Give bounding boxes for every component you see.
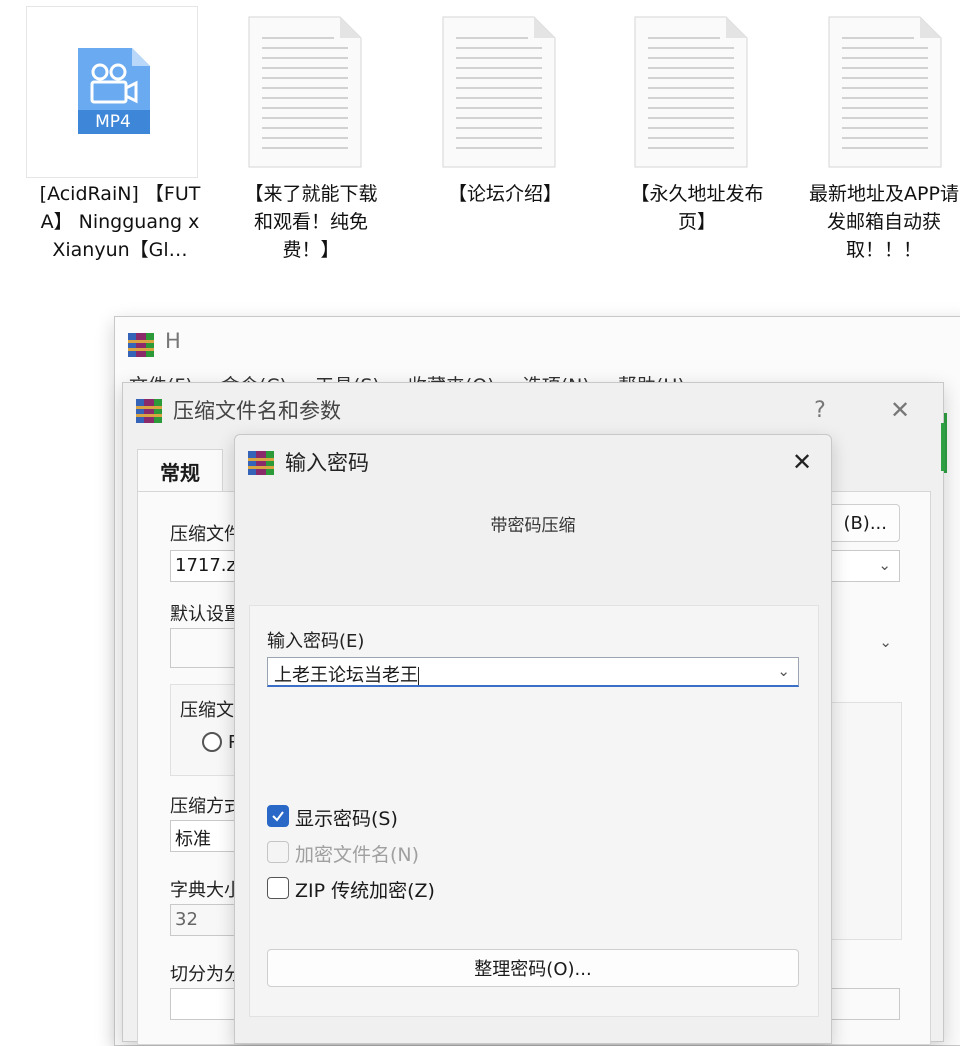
text-document-icon: [828, 16, 942, 168]
file-name: [AcidRaiN] 【FUTA】 Ningguang x Xianyun【Gl…: [39, 183, 201, 261]
zip-legacy-encryption-checkbox[interactable]: [267, 877, 289, 899]
winrar-icon: [128, 333, 154, 357]
text-document-icon: [248, 16, 362, 168]
split-volumes-field[interactable]: [170, 988, 236, 1020]
winrar-icon: [136, 399, 162, 423]
split-volumes-label: 切分为分: [170, 964, 236, 985]
help-button[interactable]: ?: [803, 393, 837, 427]
tab-general[interactable]: 常规: [137, 449, 223, 492]
encrypt-filenames-checkbox[interactable]: [267, 841, 289, 863]
password-label: 输入密码(E): [267, 631, 365, 652]
format-group-label: 压缩文: [180, 700, 234, 721]
archive-name-label: 压缩文件: [170, 524, 236, 545]
file-name: 最新地址及APP请发邮箱自动获取！！！: [809, 183, 959, 261]
encrypt-filenames-label: 加密文件名(N): [295, 844, 420, 866]
password-heading: 带密码压缩: [490, 516, 576, 536]
profile-label: 默认设置: [170, 604, 236, 625]
password-dialog-title: 输入密码: [285, 451, 369, 475]
password-input[interactable]: 上老王论坛当老王 ⌄: [267, 657, 799, 687]
archive-name-field[interactable]: 1717.zip: [170, 550, 236, 582]
zip-legacy-encryption-label: ZIP 传统加密(Z): [295, 880, 435, 902]
dictionary-field[interactable]: 32: [170, 904, 236, 936]
method-field[interactable]: 标准: [170, 820, 236, 852]
close-button[interactable]: ✕: [785, 445, 819, 479]
chevron-down-icon[interactable]: ⌄: [777, 662, 790, 680]
password-dialog: 输入密码 ✕ 带密码压缩 输入密码(E) 上老王论坛当老王 ⌄ 显示密码(S) …: [234, 434, 832, 1044]
text-document-icon: [634, 16, 748, 168]
text-cursor: [418, 667, 419, 685]
show-password-label: 显示密码(S): [295, 808, 398, 830]
file-type-badge: MP4: [95, 112, 131, 132]
text-document-icon: [442, 16, 556, 168]
chevron-down-icon: ⌄: [879, 633, 892, 651]
method-label: 压缩方式: [170, 796, 236, 817]
password-value: 上老王论坛当老王: [274, 665, 418, 686]
close-button[interactable]: ✕: [883, 393, 917, 427]
chevron-down-icon: ⌄: [878, 556, 891, 574]
password-dialog-titlebar: 输入密码 ✕: [235, 435, 831, 487]
show-password-checkbox[interactable]: [267, 805, 289, 827]
winrar-icon: [248, 451, 274, 475]
organize-passwords-button[interactable]: 整理密码(O)...: [267, 949, 799, 987]
dictionary-label: 字典大小: [170, 880, 236, 901]
main-window-title: H: [165, 329, 181, 353]
profile-field[interactable]: [170, 628, 236, 668]
file-name: 【论坛介绍】: [447, 183, 562, 205]
file-name: 【来了就能下载和观看！纯免费！】: [244, 183, 378, 261]
params-dialog-titlebar: 压缩文件名和参数 ? ✕: [123, 383, 943, 435]
checkmark-icon: [272, 811, 284, 822]
file-name: 【永久地址发布页】: [630, 183, 764, 233]
toolbar-accent-strip: [941, 423, 945, 471]
format-radio-rar[interactable]: [202, 732, 222, 752]
main-window-titlebar: H: [115, 317, 960, 369]
params-dialog-title: 压缩文件名和参数: [173, 399, 341, 423]
